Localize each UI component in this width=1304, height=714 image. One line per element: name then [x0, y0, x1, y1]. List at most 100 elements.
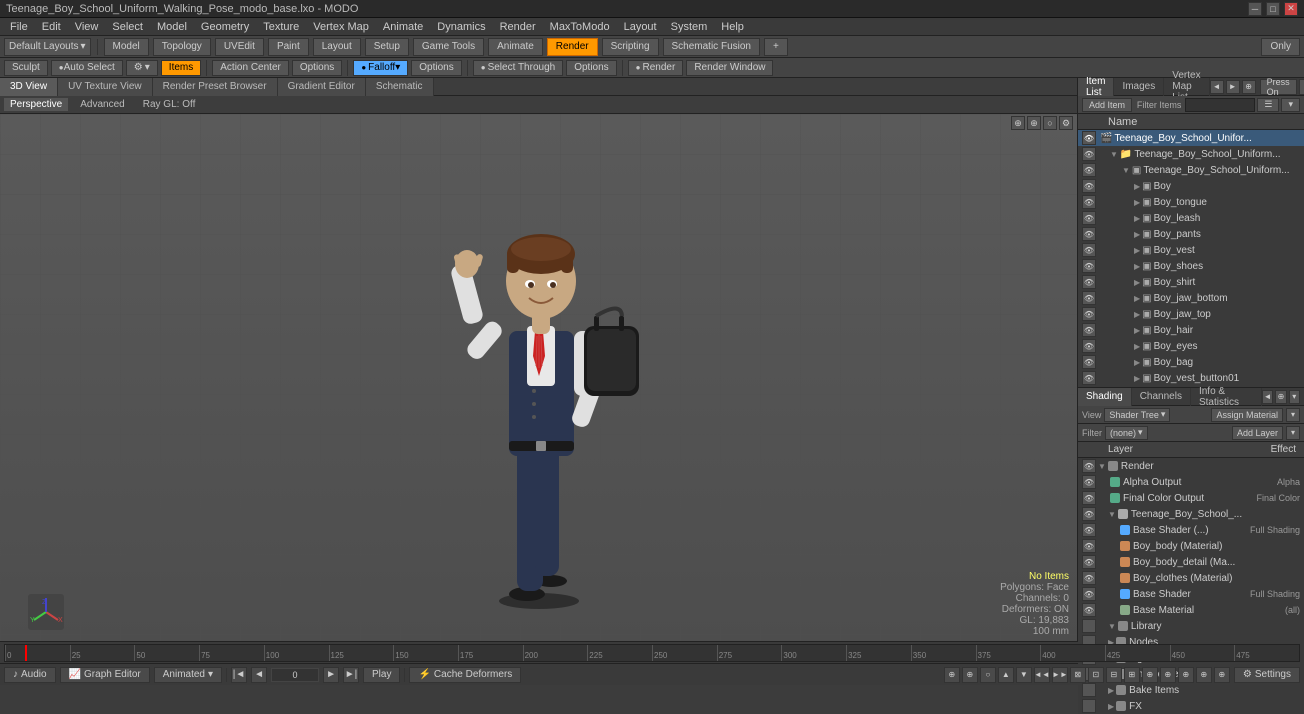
shade-item[interactable]: 👁Base Shader (...)Full Shading [1078, 522, 1304, 538]
shade-eye-icon[interactable]: 👁 [1082, 539, 1096, 553]
shade-eye-icon[interactable]: 👁 [1082, 523, 1096, 537]
next-frame-button[interactable]: ►| [343, 667, 359, 683]
expand-arrow[interactable]: ▶ [1134, 326, 1140, 335]
tree-item[interactable]: 👁▶▣Boy_tongue [1078, 194, 1304, 210]
assign-material-dropdown[interactable]: Assign Material [1211, 408, 1283, 422]
render-tab[interactable]: Render [547, 38, 598, 56]
add-tab-button[interactable]: + [764, 38, 788, 56]
menu-texture[interactable]: Texture [257, 20, 305, 34]
animated-dropdown[interactable]: Animated ▾ [154, 667, 222, 683]
expand-arrow[interactable]: ▼ [1122, 166, 1130, 175]
transport-13[interactable]: ⊕ [1160, 667, 1176, 683]
eye-icon[interactable]: 👁 [1082, 371, 1096, 385]
menu-help[interactable]: Help [715, 20, 750, 34]
tab-render-preset[interactable]: Render Preset Browser [153, 78, 278, 96]
shade-item[interactable]: 👁Boy_body_detail (Ma... [1078, 554, 1304, 570]
expand-arrow[interactable]: ▶ [1134, 198, 1140, 207]
eye-icon[interactable]: 👁 [1082, 355, 1096, 369]
eye-icon[interactable]: 👁 [1082, 147, 1096, 161]
transport-15[interactable]: ⊕ [1196, 667, 1212, 683]
tree-item[interactable]: 👁▶▣Boy_hair [1078, 322, 1304, 338]
tab-3d-view[interactable]: 3D View [0, 78, 58, 96]
tree-item[interactable]: 👁▼▣Teenage_Boy_School_Uniform... [1078, 162, 1304, 178]
filter-items-input[interactable] [1185, 98, 1255, 112]
shade-expand-arrow[interactable]: ▼ [1098, 462, 1106, 471]
expand-arrow[interactable]: ▶ [1134, 182, 1140, 191]
shade-eye-icon[interactable] [1082, 683, 1096, 697]
minimize-button[interactable]: ─ [1248, 2, 1262, 16]
menu-select[interactable]: Select [106, 20, 149, 34]
items-active-button[interactable]: Items [161, 60, 201, 76]
tab-shading[interactable]: Shading [1078, 388, 1132, 406]
expand-arrow[interactable]: ▶ [1134, 214, 1140, 223]
press-on-button[interactable]: Press On [1260, 79, 1297, 95]
play-label[interactable]: Play [363, 667, 400, 683]
expand-arrow[interactable]: ▶ [1134, 342, 1140, 351]
sculpt-button[interactable]: Sculpt [4, 60, 48, 76]
transport-1[interactable]: ⊕ [944, 667, 960, 683]
shade-eye-icon[interactable] [1082, 619, 1096, 633]
eye-icon[interactable]: 👁 [1082, 131, 1096, 145]
panel-ctrl-3[interactable]: ⊕ [1242, 80, 1256, 94]
eye-icon[interactable]: 👁 [1082, 275, 1096, 289]
tree-item[interactable]: 👁▶▣Boy_vest [1078, 242, 1304, 258]
eye-icon[interactable]: 👁 [1082, 243, 1096, 257]
render-button[interactable]: ● Render [628, 60, 684, 76]
options1-button[interactable]: Options [292, 60, 342, 76]
transport-11[interactable]: ⊞ [1124, 667, 1140, 683]
eye-icon[interactable]: 👁 [1082, 227, 1096, 241]
shade-item[interactable]: ▼Library [1078, 618, 1304, 634]
action-center-button[interactable]: Action Center [212, 60, 289, 76]
falloff-button[interactable]: ● Falloff ▾ [353, 60, 408, 76]
viewport-settings-btn[interactable]: ⚙ [1059, 116, 1073, 130]
prev-frame-button[interactable]: ◄ [251, 667, 267, 683]
shading-expand-btn[interactable]: ▾ [1286, 408, 1300, 422]
panel-ctrl-2[interactable]: ► [1226, 80, 1240, 94]
menu-geometry[interactable]: Geometry [195, 20, 255, 34]
menu-system[interactable]: System [665, 20, 714, 34]
shade-item[interactable]: 👁▼Teenage_Boy_School_... [1078, 506, 1304, 522]
shading-ctrl-3[interactable]: ▾ [1289, 390, 1300, 404]
shade-expand-arrow[interactable]: ▼ [1108, 510, 1116, 519]
expand-arrow[interactable]: ▶ [1134, 294, 1140, 303]
shade-eye-icon[interactable]: 👁 [1082, 571, 1096, 585]
auto-select-button[interactable]: ● Auto Select [51, 60, 123, 76]
eye-icon[interactable]: 👁 [1082, 307, 1096, 321]
shade-eye-icon[interactable] [1082, 699, 1096, 713]
expand-arrow[interactable]: ▶ [1134, 262, 1140, 271]
menu-maxtomodo[interactable]: MaxToModo [544, 20, 616, 34]
shade-item[interactable]: 👁Boy_clothes (Material) [1078, 570, 1304, 586]
menu-animate[interactable]: Animate [377, 20, 429, 34]
tree-item[interactable]: 👁▶▣Boy_shoes [1078, 258, 1304, 274]
tree-item[interactable]: 👁▶▣Boy_jaw_top [1078, 306, 1304, 322]
add-layer-dropdown[interactable]: Add Layer [1232, 426, 1283, 440]
tab-channels[interactable]: Channels [1132, 388, 1191, 406]
tree-item[interactable]: 👁▶▣Boy_bag [1078, 354, 1304, 370]
menu-file[interactable]: File [4, 20, 34, 34]
expand-arrow[interactable]: ▼ [1110, 150, 1118, 159]
uvedit-tab[interactable]: UVEdit [215, 38, 264, 56]
shade-expand-arrow[interactable]: ▶ [1108, 702, 1114, 711]
tree-item[interactable]: 👁▶▣Boy_leash [1078, 210, 1304, 226]
options3-button[interactable]: Options [566, 60, 616, 76]
advanced-btn[interactable]: Advanced [74, 98, 130, 111]
menu-layout[interactable]: Layout [618, 20, 663, 34]
tree-item[interactable]: 👁▶▣Boy_pants [1078, 226, 1304, 242]
transport-12[interactable]: ⊕ [1142, 667, 1158, 683]
shade-item[interactable]: 👁Base ShaderFull Shading [1078, 586, 1304, 602]
animate-tab[interactable]: Animate [488, 38, 543, 56]
transport-10[interactable]: ⊟ [1106, 667, 1122, 683]
expand-arrow[interactable]: ▶ [1134, 374, 1140, 383]
timeline-ruler[interactable]: 0255075100125150175200225250275300325350… [4, 644, 1300, 662]
add-layer-expand[interactable]: ▾ [1286, 426, 1300, 440]
tab-images[interactable]: Images [1114, 78, 1164, 96]
expand-arrow[interactable]: ▶ [1134, 230, 1140, 239]
shading-ctrl-2[interactable]: ⊕ [1275, 390, 1286, 404]
shade-item[interactable]: 👁Boy_body (Material) [1078, 538, 1304, 554]
setup-tab[interactable]: Setup [365, 38, 409, 56]
filter-btn-1[interactable]: ☰ [1257, 98, 1279, 112]
eye-icon[interactable]: 👁 [1082, 195, 1096, 209]
menu-model[interactable]: Model [151, 20, 193, 34]
menu-view[interactable]: View [69, 20, 105, 34]
tab-gradient-editor[interactable]: Gradient Editor [278, 78, 366, 96]
